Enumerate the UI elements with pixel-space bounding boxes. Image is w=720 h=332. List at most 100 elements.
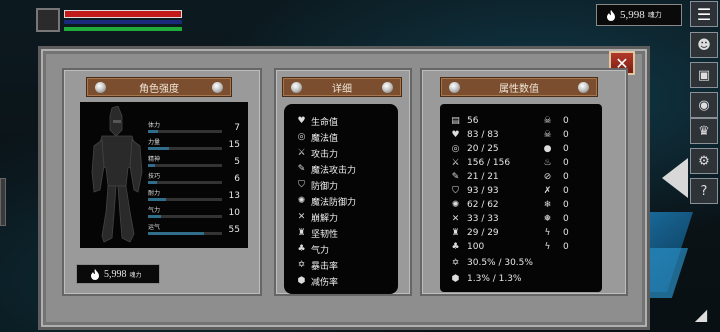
detail-row-magic-defense: ✺ 魔法防御力 [296,194,356,208]
value-text: 29 / 29 [467,228,499,238]
tenacity-icon: ♜ [297,228,306,238]
shield-icon: ⛉ [452,186,459,196]
value-row-defense: ⛉ 93 / 93 [450,184,499,198]
details-title: 详细 [332,83,352,95]
rivet-icon [291,82,302,93]
attribute-value: 10 [228,208,240,218]
value-text: 62 / 62 [467,200,499,210]
resistance-value: 0 [563,116,569,126]
magic-defense-icon: ✺ [297,196,306,206]
attribute-label: 技巧 [148,173,161,180]
character-button[interactable]: ☻ [690,32,718,58]
sword-icon: ⚔ [451,158,460,168]
attribute-row: 技巧 6 [148,171,240,187]
resistance-value: 0 [563,158,569,168]
value-text: 21 / 21 [467,172,499,182]
soul-currency-unit: 魂力 [647,11,662,19]
settings-button[interactable]: ⚙ [690,148,718,174]
mana-icon: ◎ [297,132,306,142]
magic-defense-icon: ✺ [451,200,460,210]
menu-list-icon: ☰ [696,4,712,24]
resistance-value: 0 [563,186,569,196]
detail-row-crit: ✡ 暴击率 [296,258,338,272]
detail-label: 魔法值 [311,133,339,144]
fire-icon: ♨ [543,158,552,168]
character-strength-header: 角色强度 [86,77,232,97]
fullscreen-icon[interactable]: ◢ [686,300,716,328]
detail-label: 魔法攻击力 [311,165,357,176]
eye-icon: ◉ [698,97,710,113]
attribute-values-header: 属性数值 [440,77,598,97]
attribute-row: 力量 15 [148,137,240,153]
attribute-label: 体力 [148,122,161,129]
detail-row-mp: ◎ 魔法值 [296,130,338,144]
detail-label: 坚韧性 [311,229,339,240]
lungs-icon: ♣ [297,244,306,254]
attribute-label: 精神 [148,156,161,163]
detail-row-damage-reduction: ⬢ 减伤率 [296,274,338,288]
health-bar [64,10,182,18]
resistance-row: ✗ 0 [542,184,569,198]
resistance-row: ♨ 0 [542,156,569,170]
resistance-value: 0 [563,228,569,238]
bars-icon: ▤ [451,116,460,126]
value-text: 1.3% / 1.3% [467,274,522,284]
value-row-break: ✕ 33 / 33 [450,212,499,226]
value-row-damage-reduction: ⬢ 1.3% / 1.3% [450,272,522,286]
attribute-row: 体力 7 [148,120,240,136]
rivet-icon [449,82,460,93]
attribute-fill [148,164,156,167]
detail-row-stamina: ♣ 气力 [296,242,329,256]
attribute-row: 气力 10 [148,205,240,221]
snowflake-icon: ❄ [543,200,552,210]
resistance-value: 0 [563,214,569,224]
resistance-row: ☠ 0 [542,114,569,128]
attribute-track [148,164,222,167]
left-drawer-handle[interactable] [0,178,6,226]
soul-currency-unit: 魂力 [129,271,142,279]
value-text: 93 / 93 [467,186,499,196]
attribute-fill [148,198,166,201]
help-button[interactable]: ? [690,178,718,204]
inventory-button[interactable]: ▣ [690,62,718,88]
bag-icon: ▣ [697,67,711,83]
damage-reduction-icon: ⬢ [451,274,460,284]
value-row-attack: ⚔ 156 / 156 [450,156,510,170]
flame-icon [607,10,615,21]
attribute-track [148,181,222,184]
soul-currency-value: 5,998 [620,9,645,21]
rivet-icon [95,82,106,93]
attribute-fill [148,130,159,133]
rank-button[interactable]: ♛ [690,118,718,144]
lungs-icon: ♣ [451,242,460,252]
value-row-stamina: ♣ 100 [450,240,484,254]
detail-row-magic-attack: ✎ 魔法攻击力 [296,162,356,176]
heart-icon: ♥ [297,116,306,126]
flame-icon [91,269,99,280]
detail-row-break: ✕ 崩解力 [296,210,338,224]
crown-icon: ♛ [698,123,710,139]
value-row-magic-attack: ✎ 21 / 21 [450,170,499,184]
detail-label: 减伤率 [311,277,339,288]
gear-icon: ⚙ [698,153,710,169]
resistance-value: 0 [563,172,569,182]
attribute-value: 7 [234,123,240,133]
detail-label: 暴击率 [311,261,339,272]
drop-icon: ● [543,144,552,154]
resistance-row: ☠ 0 [542,128,568,142]
value-text: 100 [467,242,485,252]
view-button[interactable]: ◉ [690,92,718,118]
rivet-icon [212,82,223,93]
fire-slash-icon: ⊘ [543,172,552,182]
magic-attack-icon: ✎ [297,164,306,174]
value-row-crit: ✡ 30.5% / 30.5% [450,256,533,270]
skull-crossbones-icon: ☠ [543,130,552,140]
detail-row-tenacity: ♜ 坚韧性 [296,226,338,240]
damage-reduction-icon: ⬢ [297,276,306,286]
skull-icon: ☠ [543,116,552,126]
menu-button[interactable]: ☰ [690,1,718,27]
player-portrait[interactable] [36,8,60,32]
detail-row-defense: ⛉ 防御力 [296,178,338,192]
value-row-magic-defense: ✺ 62 / 62 [450,198,499,212]
tenacity-icon: ♜ [451,228,460,238]
